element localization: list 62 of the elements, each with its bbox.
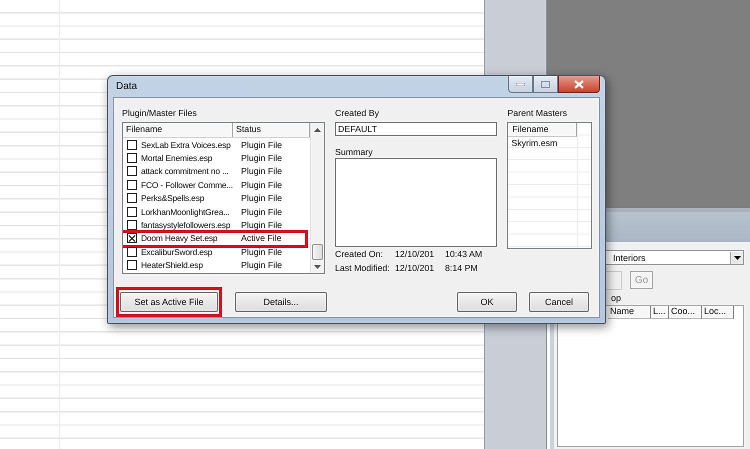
dialog-button[interactable]: Cancel: [529, 292, 589, 312]
group-label: Plugin/Master Files: [122, 107, 198, 119]
file-name[interactable]: Mortal Enemies.esp: [141, 153, 238, 164]
dialog-button[interactable]: Set as Active File: [120, 292, 218, 312]
close-button[interactable]: [558, 76, 600, 93]
time-text: 8:14 PM: [445, 262, 478, 275]
file-name[interactable]: Perks&Spells.esp: [141, 193, 238, 204]
field-label: Created On:: [335, 248, 384, 261]
file-name[interactable]: fantasystylefollowers.esp: [141, 220, 238, 230]
file-name[interactable]: ExcaliburSword.esp: [141, 246, 238, 257]
file-name[interactable]: attack commitment no ...: [141, 166, 238, 176]
file-status: Plugin File: [240, 180, 282, 190]
group-label: Parent Masters: [507, 107, 568, 119]
minimize-icon: [516, 82, 525, 86]
minimize-button[interactable]: [508, 76, 533, 93]
date-text: 12/10/201: [395, 248, 436, 261]
scrollbar[interactable]: [310, 123, 324, 273]
checkbox[interactable]: [127, 193, 137, 204]
dialog-button[interactable]: Details...: [235, 292, 327, 312]
group-label: op: [611, 293, 622, 303]
window-title: Data: [116, 81, 138, 92]
file-name[interactable]: FCO - Follower Comme...: [141, 180, 238, 190]
time-text: 10:43 AM: [445, 248, 482, 261]
column-header[interactable]: Name: [608, 306, 651, 319]
file-status: Active File: [240, 233, 282, 244]
field-label: Created By: [335, 107, 380, 119]
field-label: Summary: [335, 146, 374, 158]
checkbox[interactable]: [127, 233, 137, 244]
column-header[interactable]: L...: [651, 306, 669, 319]
checkbox[interactable]: [127, 140, 137, 150]
checkbox[interactable]: [127, 206, 137, 217]
close-icon: [574, 80, 584, 88]
file-name[interactable]: HeaterShield.esp: [141, 260, 238, 270]
column-header[interactable]: Status: [233, 123, 310, 137]
file-name[interactable]: Skyrim.esm: [508, 138, 558, 148]
file-status: Plugin File: [240, 246, 282, 257]
checkbox[interactable]: [127, 166, 137, 176]
column-header[interactable]: Filename: [508, 123, 578, 137]
column-header[interactable]: Loc...: [702, 306, 734, 319]
field-label: Last Modified:: [335, 262, 391, 275]
file-status: Plugin File: [240, 206, 282, 217]
checkbox[interactable]: [127, 220, 137, 230]
file-status: Plugin File: [240, 193, 282, 204]
checkbox[interactable]: [127, 153, 137, 164]
column-header[interactable]: Coo...: [669, 306, 702, 319]
column-header[interactable]: Filename: [123, 123, 233, 137]
file-name[interactable]: SexLab Extra Voices.esp: [141, 140, 238, 150]
scroll-thumb[interactable]: [312, 244, 323, 260]
date-text: 12/10/201: [395, 262, 436, 275]
summary-field[interactable]: [335, 158, 498, 247]
file-status: Plugin File: [240, 260, 282, 270]
file-status: Plugin File: [240, 140, 282, 150]
dialog-button[interactable]: OK: [457, 292, 517, 312]
checkbox[interactable]: [127, 180, 137, 190]
file-status: Plugin File: [240, 220, 282, 230]
created-by-field[interactable]: DEFAULT: [335, 122, 498, 136]
file-name[interactable]: LorkhanMoonlightGrea...: [141, 206, 238, 217]
checkbox[interactable]: [127, 260, 137, 270]
file-status: Plugin File: [240, 166, 282, 176]
checkbox[interactable]: [127, 246, 137, 257]
file-status: Plugin File: [240, 153, 282, 164]
maximize-icon: [541, 80, 550, 88]
